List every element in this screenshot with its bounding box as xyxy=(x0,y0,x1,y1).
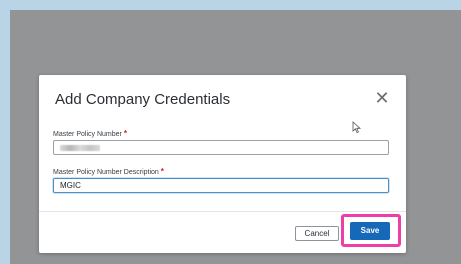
description-label: Master Policy Number Description * xyxy=(53,167,164,176)
mouse-pointer-icon xyxy=(352,121,362,134)
required-marker: * xyxy=(160,167,164,176)
close-icon[interactable]: ✕ xyxy=(373,89,391,107)
master-policy-number-label-text: Master Policy Number xyxy=(53,131,122,138)
master-policy-number-input[interactable] xyxy=(53,140,389,155)
redacted-value xyxy=(60,145,100,151)
footer-divider xyxy=(39,211,406,212)
dialog-title: Add Company Credentials xyxy=(55,91,231,108)
description-value: MGIC xyxy=(60,181,81,190)
cancel-button[interactable]: Cancel xyxy=(295,226,339,241)
description-input[interactable]: MGIC xyxy=(53,178,389,193)
required-marker: * xyxy=(123,129,127,138)
save-button[interactable]: Save xyxy=(350,222,390,240)
description-label-text: Master Policy Number Description xyxy=(53,169,159,176)
master-policy-number-label: Master Policy Number * xyxy=(53,129,127,138)
